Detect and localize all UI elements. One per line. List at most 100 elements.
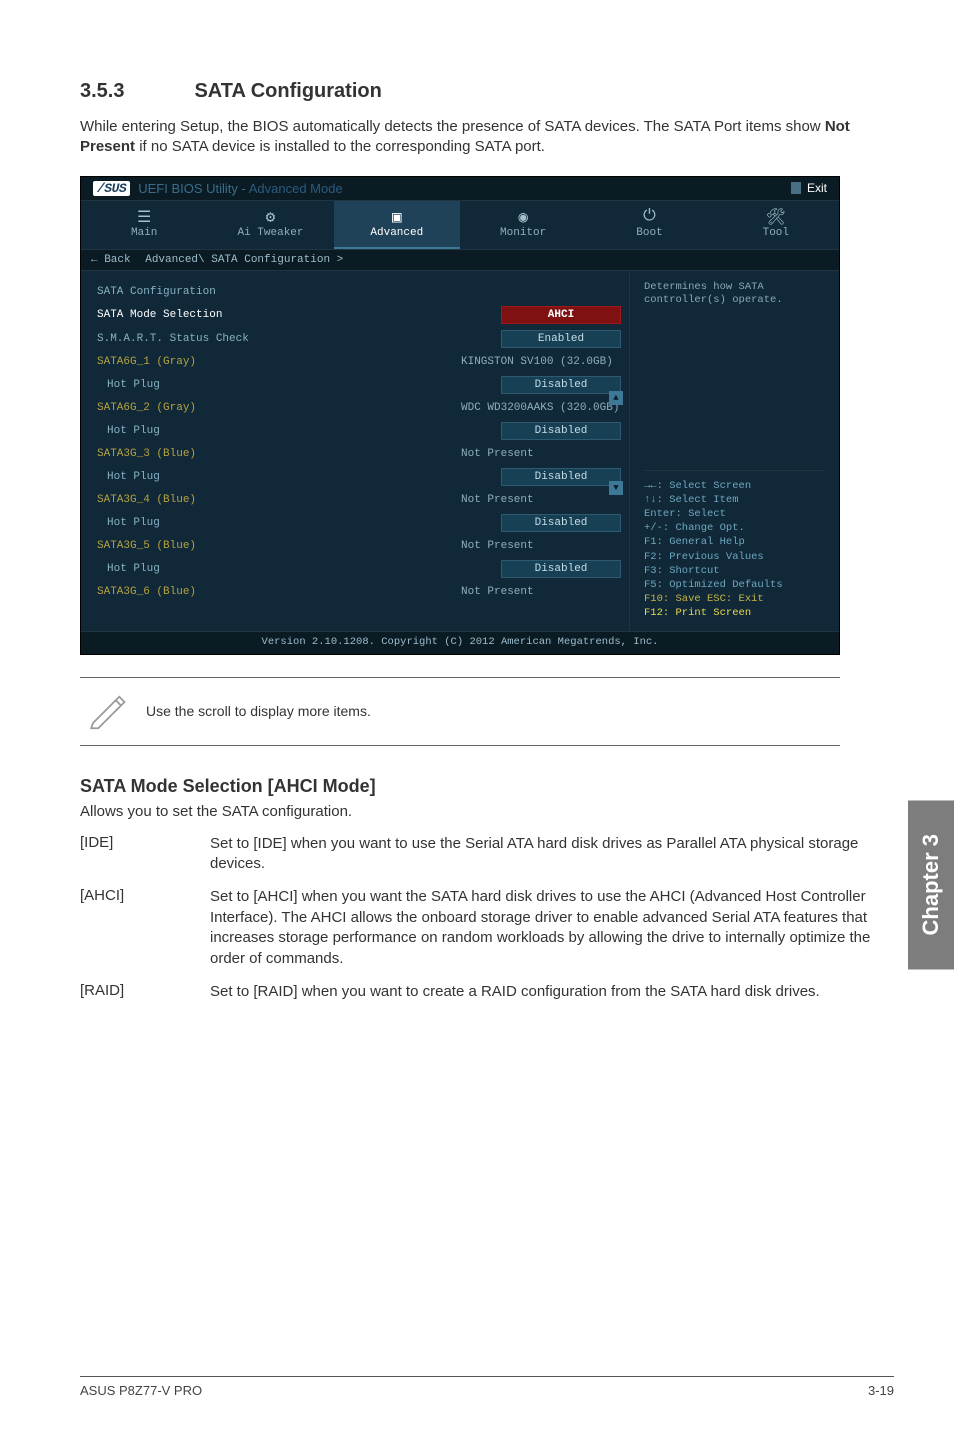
setting-label: SATA3G_3 (Blue) [97, 448, 196, 460]
help-key-line: Enter: Select [644, 507, 825, 521]
tab-boot[interactable]: ⏻Boot [586, 201, 712, 249]
setting-label: Hot Plug [97, 471, 160, 483]
tab-ai-tweaker[interactable]: ⚙Ai Tweaker [207, 201, 333, 249]
exit-icon [791, 182, 801, 194]
setting-row[interactable]: Hot Plug Disabled [97, 419, 621, 443]
setting-row[interactable]: SATA3G_5 (Blue) Not Present [97, 535, 621, 557]
footer-right: 3-19 [868, 1383, 894, 1398]
setting-row[interactable]: Hot Plug Disabled [97, 557, 621, 581]
chip-icon: ▣ [338, 207, 456, 225]
setting-value: Not Present [461, 586, 621, 598]
setting-row[interactable]: SATA3G_4 (Blue) Not Present [97, 489, 621, 511]
setting-label: SATA6G_2 (Gray) [97, 402, 196, 414]
breadcrumb-path: Advanced\ SATA Configuration > [145, 254, 343, 266]
setting-row[interactable]: SATA3G_3 (Blue) Not Present [97, 443, 621, 465]
tab-advanced[interactable]: ▣Advanced [334, 201, 460, 249]
help-key-line: F10: Save ESC: Exit [644, 592, 825, 606]
bios-help-panel: Determines how SATA controller(s) operat… [629, 271, 839, 631]
bios-tabs: ☰Main ⚙Ai Tweaker ▣Advanced ◉Monitor ⏻Bo… [81, 201, 839, 250]
bios-utility-title: UEFI BIOS Utility - Advanced Mode [138, 181, 342, 196]
help-keys: →←: Select Screen↑↓: Select ItemEnter: S… [644, 470, 825, 621]
tool-icon: 🛠 [717, 207, 835, 225]
help-key-line: F5: Optimized Defaults [644, 578, 825, 592]
bios-settings-panel: ▲ ▼ SATA Configuration SATA Mode Selectio… [81, 271, 629, 631]
power-icon: ⏻ [590, 207, 708, 225]
setting-value: KINGSTON SV100 (32.0GB) [461, 356, 621, 368]
intro-prefix: While entering Setup, the BIOS automatic… [80, 118, 825, 135]
setting-row[interactable]: SATA6G_2 (Gray) WDC WD3200AAKS (320.0GB) [97, 397, 621, 419]
list-icon: ☰ [85, 207, 203, 225]
tab-monitor[interactable]: ◉Monitor [460, 201, 586, 249]
setting-row[interactable]: SATA6G_1 (Gray)KINGSTON SV100 (32.0GB) [97, 351, 621, 373]
bios-topbar: /SUS UEFI BIOS Utility - Advanced Mode E… [81, 177, 839, 201]
setting-label: Hot Plug [97, 379, 160, 391]
setting-row[interactable]: Hot Plug Disabled [97, 511, 621, 535]
setting-label: Hot Plug [97, 517, 160, 529]
option-desc: Set to [RAID] when you want to create a … [210, 982, 894, 1003]
setting-value: WDC WD3200AAKS (320.0GB) [461, 402, 621, 414]
scroll-up-icon[interactable]: ▲ [609, 391, 623, 405]
exit-label: Exit [807, 181, 827, 195]
option-row: [IDE]Set to [IDE] when you want to use t… [80, 834, 894, 875]
back-button[interactable]: ← Back [91, 254, 131, 266]
option-desc: Set to [AHCI] when you want the SATA har… [210, 887, 894, 970]
setting-row[interactable]: SATA Mode Selection AHCI [97, 303, 621, 327]
page-footer: ASUS P8Z77-V PRO 3-19 [80, 1376, 894, 1398]
footer-left: ASUS P8Z77-V PRO [80, 1383, 202, 1398]
tab-tool[interactable]: 🛠Tool [713, 201, 839, 249]
setting-row[interactable]: Hot Plug Disabled [97, 465, 621, 489]
chapter-tab: Chapter 3 [908, 800, 954, 969]
gauge-icon: ◉ [464, 207, 582, 225]
section-title: SATA Configuration [194, 80, 381, 102]
setting-value: Not Present [461, 540, 621, 552]
breadcrumb: ← Back Advanced\ SATA Configuration > [81, 250, 839, 271]
setting-label: SATA3G_4 (Blue) [97, 494, 196, 506]
help-key-line: →←: Select Screen [644, 479, 825, 493]
setting-row[interactable]: SATA3G_6 (Blue)Not Present [97, 581, 621, 603]
setting-label: S.M.A.R.T. Status Check [97, 333, 249, 345]
intro-paragraph: While entering Setup, the BIOS automatic… [80, 117, 894, 158]
help-key-line: +/-: Change Opt. [644, 521, 825, 535]
sata-mode-heading: SATA Mode Selection [AHCI Mode] [80, 776, 894, 797]
setting-label: SATA Mode Selection [97, 309, 222, 321]
section-number: 3.5.3 [80, 80, 190, 103]
setting-value[interactable]: Disabled [501, 560, 621, 578]
note-box: Use the scroll to display more items. [80, 677, 840, 746]
setting-value[interactable]: Disabled [501, 376, 621, 394]
tab-main[interactable]: ☰Main [81, 201, 207, 249]
option-key: [AHCI] [80, 887, 210, 970]
bios-screenshot: /SUS UEFI BIOS Utility - Advanced Mode E… [80, 176, 840, 655]
option-row: [RAID]Set to [RAID] when you want to cre… [80, 982, 894, 1003]
setting-value[interactable]: Enabled [501, 330, 621, 348]
intro-suffix: if no SATA device is installed to the co… [135, 138, 545, 155]
help-description: Determines how SATA controller(s) operat… [644, 281, 825, 308]
setting-row[interactable]: Hot Plug Disabled [97, 373, 621, 397]
bios-version-footer: Version 2.10.1208. Copyright (C) 2012 Am… [81, 631, 839, 654]
setting-value[interactable]: AHCI [501, 306, 621, 324]
setting-label: Hot Plug [97, 563, 160, 575]
option-row: [AHCI]Set to [AHCI] when you want the SA… [80, 887, 894, 970]
tweak-icon: ⚙ [211, 207, 329, 225]
setting-row: SATA Configuration [97, 281, 621, 303]
section-header: 3.5.3 SATA Configuration [80, 80, 894, 103]
sata-mode-desc: Allows you to set the SATA configuration… [80, 801, 894, 822]
note-text: Use the scroll to display more items. [146, 703, 371, 719]
help-key-line: F2: Previous Values [644, 550, 825, 564]
pen-icon [86, 688, 128, 735]
setting-value[interactable]: Disabled [501, 468, 621, 486]
scroll-down-icon[interactable]: ▼ [609, 481, 623, 495]
setting-label: SATA3G_5 (Blue) [97, 540, 196, 552]
help-key-line: F3: Shortcut [644, 564, 825, 578]
exit-button[interactable]: Exit [791, 181, 827, 195]
setting-label: Hot Plug [97, 425, 160, 437]
help-key-line: ↑↓: Select Item [644, 493, 825, 507]
setting-value[interactable]: Disabled [501, 422, 621, 440]
setting-value: Not Present [461, 494, 621, 506]
setting-value[interactable]: Disabled [501, 514, 621, 532]
setting-value: Not Present [461, 448, 621, 460]
option-key: [IDE] [80, 834, 210, 875]
option-key: [RAID] [80, 982, 210, 1003]
setting-row[interactable]: S.M.A.R.T. Status Check Enabled [97, 327, 621, 351]
setting-label: SATA Configuration [97, 286, 216, 298]
asus-logo: /SUS [93, 181, 130, 196]
